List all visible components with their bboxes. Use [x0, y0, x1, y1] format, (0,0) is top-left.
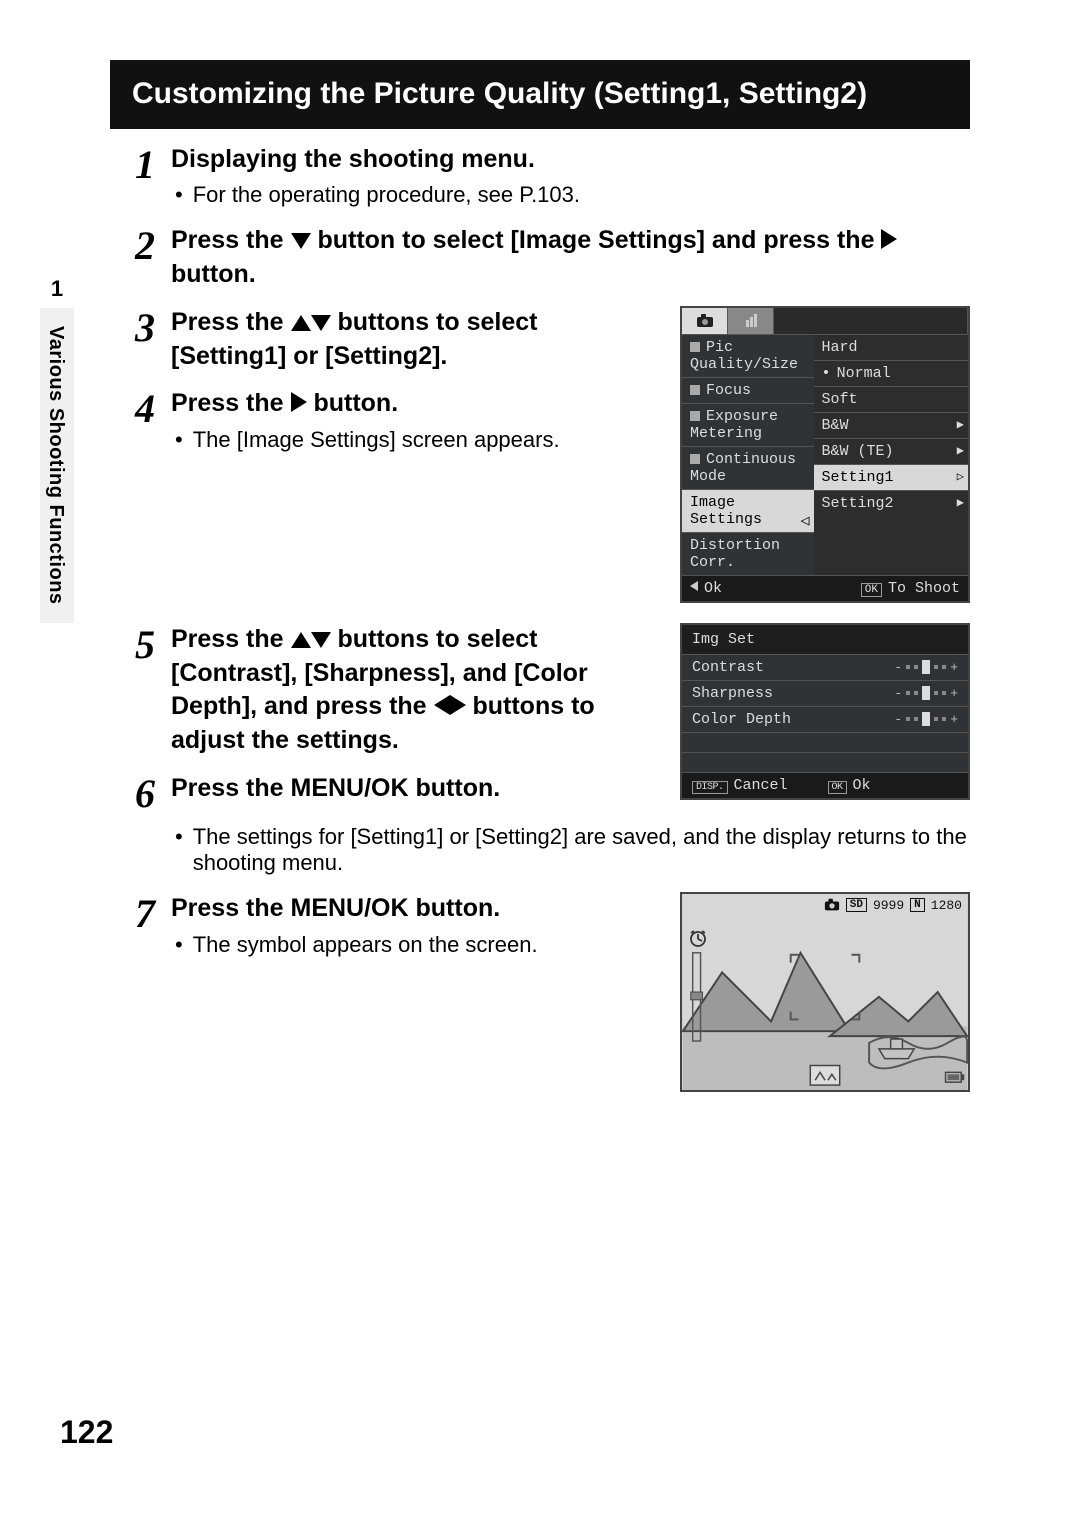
side-tab-number: 1	[40, 270, 74, 308]
right-icon	[291, 392, 307, 412]
image-settings-screen: Img Set Contrast-+Sharpness-+Color Depth…	[680, 623, 970, 800]
camera-menu-screen: Pic Quality/SizeFocusExposure MeteringCo…	[680, 306, 970, 603]
setting-row: Color Depth-+	[682, 706, 968, 732]
step-sub: The symbol appears on the screen.	[171, 932, 658, 958]
step-sub: The settings for [Setting1] or [Setting2…	[171, 824, 970, 876]
setting-row: Sharpness-+	[682, 680, 968, 706]
step-number: 2	[135, 224, 171, 292]
step-number: 7	[135, 892, 171, 960]
step-1: 1 Displaying the shooting menu. For the …	[135, 143, 970, 211]
menu-option: B&W (TE)▶	[814, 438, 968, 464]
step-number: 4	[135, 387, 171, 455]
menu-item: Image Settings◁	[682, 489, 814, 532]
step-sub: The [Image Settings] screen appears.	[171, 427, 658, 453]
menu-option: B&W▶	[814, 412, 968, 438]
shots-remaining: 9999	[873, 898, 904, 913]
right-icon	[450, 695, 466, 715]
camera-tab-icon	[682, 308, 728, 334]
quality-badge: N	[910, 898, 925, 912]
page-number: 122	[60, 1414, 113, 1451]
menu-option: Hard	[814, 334, 968, 360]
step-6: 6 Press the MENU/OK button.	[135, 772, 658, 814]
right-icon	[881, 229, 897, 249]
step-4: 4 Press the button. The [Image Settings]…	[135, 387, 658, 455]
sd-badge: SD	[846, 898, 867, 912]
step-heading: Press the MENU/OK button.	[171, 892, 658, 926]
screen-footer: DISP.Cancel OKOk	[682, 772, 968, 798]
step-6-sub: The settings for [Setting1] or [Setting2…	[135, 818, 970, 878]
step-number: 6	[135, 772, 171, 814]
left-icon	[434, 695, 450, 715]
step-number: 5	[135, 623, 171, 758]
self-timer-icon	[688, 928, 708, 948]
step-5: 5 Press the buttons to select [Contrast]…	[135, 623, 658, 758]
down-icon	[291, 233, 311, 249]
side-tab-label: Various Shooting Functions	[40, 308, 71, 623]
setting-row: Contrast-+	[682, 654, 968, 680]
step-heading: Displaying the shooting menu.	[171, 143, 970, 177]
camera-tab-spacer	[774, 308, 968, 334]
step-heading: Press the buttons to select [Setting1] o…	[171, 306, 658, 374]
camera-tab-icon	[728, 308, 774, 334]
camera-menu-footer: Ok OKTo Shoot	[682, 575, 968, 601]
menu-option: Setting1▷	[814, 464, 968, 490]
step-2: 2 Press the button to select [Image Sett…	[135, 224, 970, 292]
up-icon	[291, 632, 311, 648]
menu-item: Focus	[682, 377, 814, 403]
shooting-screen: SD 9999 N 1280	[680, 892, 970, 1092]
menu-item: Pic Quality/Size	[682, 334, 814, 377]
step-number: 1	[135, 143, 171, 211]
resolution: 1280	[931, 898, 962, 913]
side-tab: 1 Various Shooting Functions	[40, 270, 74, 623]
menu-item: Continuous Mode	[682, 446, 814, 489]
step-7: 7 Press the MENU/OK button. The symbol a…	[135, 892, 658, 960]
down-icon	[311, 315, 331, 331]
camera-icon	[824, 898, 840, 912]
menu-option: Setting2▶	[814, 490, 968, 516]
section-title: Customizing the Picture Quality (Setting…	[110, 60, 970, 129]
step-heading: Press the button.	[171, 387, 658, 421]
down-icon	[311, 632, 331, 648]
left-icon	[690, 581, 698, 591]
step-heading: Press the button to select [Image Settin…	[171, 224, 970, 292]
step-heading: Press the buttons to select [Contrast], …	[171, 623, 658, 758]
up-icon	[291, 315, 311, 331]
step-sub: For the operating procedure, see P.103.	[171, 182, 970, 208]
step-heading: Press the MENU/OK button.	[171, 772, 658, 806]
menu-option: Soft	[814, 386, 968, 412]
menu-option: Normal	[814, 360, 968, 386]
step-3: 3 Press the buttons to select [Setting1]…	[135, 306, 658, 374]
screen-title: Img Set	[682, 625, 968, 654]
menu-item: Exposure Metering	[682, 403, 814, 446]
menu-item: Distortion Corr.	[682, 532, 814, 575]
step-number: 3	[135, 306, 171, 374]
